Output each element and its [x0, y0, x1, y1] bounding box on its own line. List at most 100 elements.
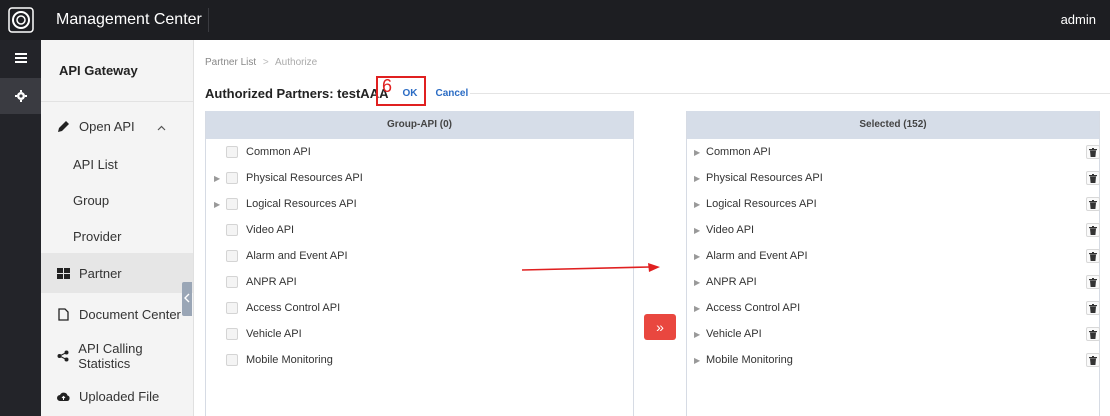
grid-icon [55, 265, 71, 281]
sidebar-item-uploaded-file[interactable]: Uploaded File [41, 378, 193, 414]
list-item-label: Access Control API [706, 302, 801, 314]
page-title: Authorized Partners: testAAA [205, 85, 389, 101]
trash-icon[interactable] [1086, 353, 1100, 367]
list-item[interactable]: ▶ Video API [687, 217, 1106, 243]
cancel-button[interactable]: Cancel [435, 88, 468, 99]
list-item[interactable]: ▶ Physical Resources API [206, 165, 641, 191]
list-item[interactable]: ▶ Access Control API [687, 295, 1106, 321]
sidebar-item-label: Group [73, 192, 110, 208]
checkbox[interactable] [226, 354, 238, 366]
caret-right-icon[interactable]: ▶ [214, 174, 226, 183]
list-item[interactable]: ▶ Logical Resources API [687, 191, 1106, 217]
trash-icon[interactable] [1086, 249, 1100, 263]
caret-right-icon[interactable]: ▶ [694, 252, 706, 261]
list-item-label: Video API [246, 224, 295, 236]
trash-icon[interactable] [1086, 301, 1100, 315]
checkbox[interactable] [226, 328, 238, 340]
list-item-label: Mobile Monitoring [246, 354, 333, 366]
move-right-button[interactable]: » [644, 314, 676, 340]
list-item-label: Alarm and Event API [706, 250, 808, 262]
caret-right-icon[interactable]: ▶ [694, 304, 706, 313]
caret-right-icon[interactable]: ▶ [694, 174, 706, 183]
list-item-label: Logical Resources API [246, 198, 357, 210]
chevron-up-icon[interactable] [157, 119, 166, 134]
list-item-label: Vehicle API [706, 328, 762, 340]
sidebar: API Gateway Open API API List Group Prov… [41, 40, 194, 416]
caret-right-icon[interactable]: ▶ [694, 278, 706, 287]
list-item-label: Alarm and Event API [246, 250, 348, 262]
document-icon [55, 306, 71, 322]
list-item-label: Common API [706, 146, 771, 158]
list-item[interactable]: ▶ ANPR API [687, 269, 1106, 295]
list-item-label: Vehicle API [246, 328, 302, 340]
list-item[interactable]: Access Control API [206, 295, 641, 321]
list-item-label: Physical Resources API [706, 172, 823, 184]
sidebar-item-label: Partner [79, 265, 122, 281]
trash-icon[interactable] [1086, 275, 1100, 289]
sidebar-item-api-calling-statistics[interactable]: API Calling Statistics [41, 338, 193, 374]
caret-right-icon[interactable]: ▶ [694, 200, 706, 209]
caret-right-icon[interactable]: ▶ [694, 148, 706, 157]
list-item-label: Video API [706, 224, 755, 236]
list-item[interactable]: ▶ Logical Resources API [206, 191, 641, 217]
list-item[interactable]: ▶ Physical Resources API [687, 165, 1106, 191]
user-menu[interactable]: admin [1061, 0, 1096, 40]
sidebar-item-api-list[interactable]: API List [41, 146, 193, 182]
list-item[interactable]: ▶ Vehicle API [687, 321, 1106, 347]
trash-icon[interactable] [1086, 145, 1100, 159]
sidebar-item-label: API List [73, 156, 118, 172]
checkbox[interactable] [226, 250, 238, 262]
checkbox[interactable] [226, 172, 238, 184]
checkbox[interactable] [226, 224, 238, 236]
sidebar-item-partner[interactable]: Partner [41, 253, 193, 293]
sidebar-item-label: Uploaded File [79, 388, 160, 404]
collapse-sidebar-button[interactable] [182, 282, 192, 316]
list-item[interactable]: Common API [206, 139, 641, 165]
sidebar-item-provider[interactable]: Provider [41, 218, 193, 254]
trash-icon[interactable] [1086, 197, 1100, 211]
sidebar-item-label: API Calling Statistics [78, 341, 143, 371]
sidebar-item-group[interactable]: Group [41, 182, 193, 218]
list-item[interactable]: Vehicle API [206, 321, 641, 347]
caret-right-icon[interactable]: ▶ [694, 226, 706, 235]
list-item[interactable]: ▶ Alarm and Event API [687, 243, 1106, 269]
checkbox[interactable] [226, 276, 238, 288]
sidebar-item-open-api[interactable]: Open API [41, 108, 193, 144]
sidebar-item-label: Document Center [79, 306, 181, 322]
logo-icon [8, 7, 34, 33]
checkbox[interactable] [226, 302, 238, 314]
top-bar: Management Center admin [0, 0, 1110, 40]
pencil-icon [55, 118, 71, 134]
annotation-arrow [521, 262, 662, 281]
trash-icon[interactable] [1086, 223, 1100, 237]
list-item[interactable]: ▶ Mobile Monitoring [687, 347, 1106, 373]
breadcrumb-parent[interactable]: Partner List [205, 57, 256, 68]
checkbox[interactable] [226, 146, 238, 158]
list-item-label: ANPR API [246, 276, 297, 288]
list-item[interactable]: ▶ Common API [687, 139, 1106, 165]
cloud-upload-icon [55, 388, 71, 404]
list-item-label: Logical Resources API [706, 198, 817, 210]
title-divider [208, 8, 209, 32]
caret-right-icon[interactable]: ▶ [694, 356, 706, 365]
menu-icon[interactable] [0, 40, 41, 76]
breadcrumb-separator: > [262, 57, 269, 68]
sidebar-item-label: Open API [79, 118, 135, 134]
app-title: Management Center [56, 11, 202, 28]
list-item-label: Mobile Monitoring [706, 354, 793, 366]
caret-right-icon[interactable]: ▶ [214, 200, 226, 209]
trash-icon[interactable] [1086, 171, 1100, 185]
trash-icon[interactable] [1086, 327, 1100, 341]
sidebar-header: API Gateway [41, 40, 193, 102]
page-header: Authorized Partners: testAAA OK Cancel [205, 84, 468, 102]
sidebar-item-document-center[interactable]: Document Center [41, 296, 193, 332]
list-item-label: ANPR API [706, 276, 757, 288]
breadcrumb: Partner List > Authorize [205, 57, 317, 68]
list-item[interactable]: Video API [206, 217, 641, 243]
gear-icon[interactable] [0, 78, 41, 114]
list-item-label: Physical Resources API [246, 172, 363, 184]
checkbox[interactable] [226, 198, 238, 210]
caret-right-icon[interactable]: ▶ [694, 330, 706, 339]
list-item[interactable]: Mobile Monitoring [206, 347, 641, 373]
chevron-left-icon [184, 290, 190, 308]
